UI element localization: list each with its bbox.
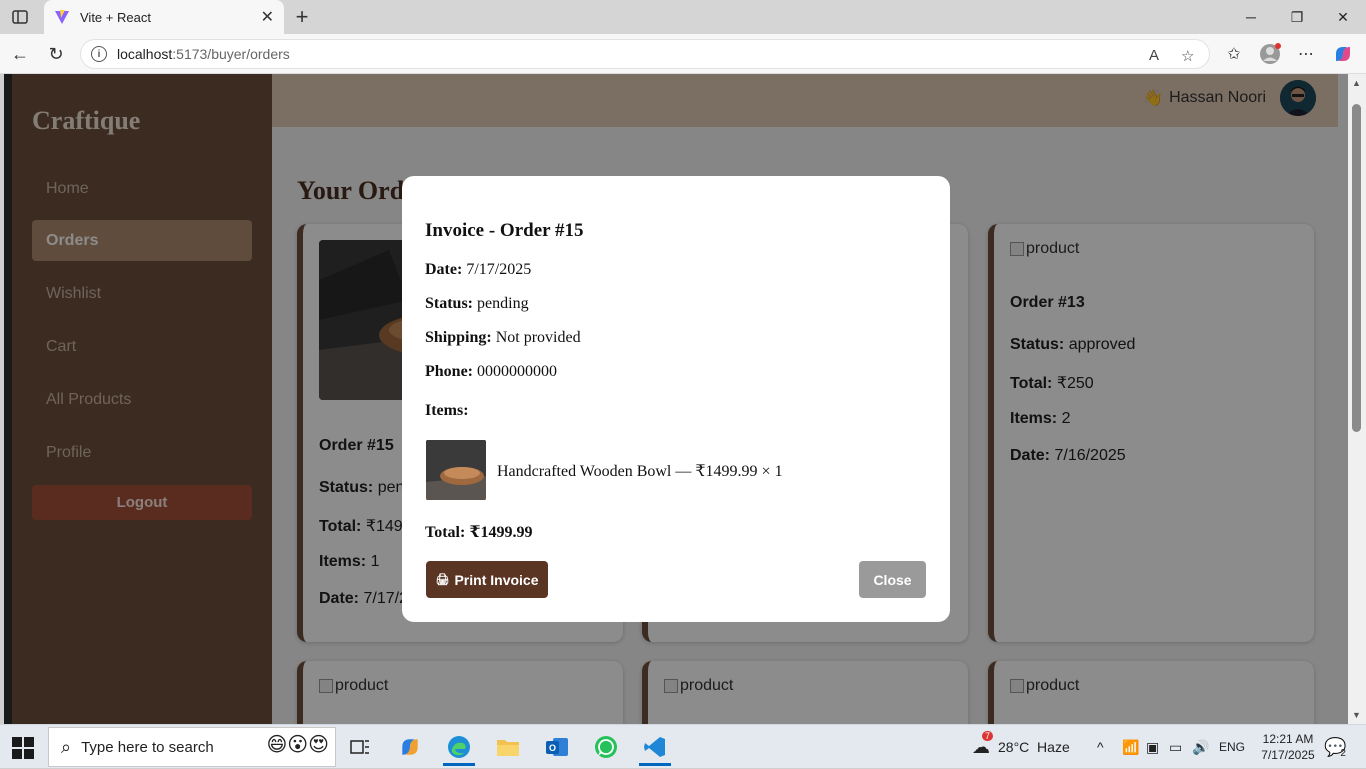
weather-widget[interactable]: ☁ 7 28°C Haze — [972, 725, 1070, 769]
search-placeholder: Type here to search — [81, 738, 214, 756]
restore-button[interactable]: ❐ — [1274, 0, 1320, 34]
wifi-icon[interactable]: 📶 — [1122, 725, 1139, 769]
browser-tab[interactable]: Vite + React ✕ — [44, 0, 284, 34]
close-window-button[interactable]: ✕ — [1320, 0, 1366, 34]
address-toolbar: ← ↻ i localhost:5173/buyer/orders A ☆ ✩ … — [0, 34, 1366, 74]
invoice-status-row: Status: pending — [425, 295, 529, 312]
clock-date: 7/17/2025 — [1261, 748, 1315, 762]
tab-actions-icon[interactable] — [8, 6, 32, 28]
profile-icon[interactable] — [1259, 43, 1281, 65]
line-item-text: Handcrafted Wooden Bowl — ₹1499.99 × 1 — [497, 463, 783, 480]
scroll-down-icon[interactable]: ▼ — [1352, 710, 1361, 720]
show-hidden-icons[interactable]: ^ — [1097, 725, 1104, 769]
svg-text:O: O — [549, 743, 556, 753]
weather-text: 28°C Haze — [998, 739, 1070, 755]
page-scrollbar[interactable]: ▲ ▼ — [1348, 74, 1366, 724]
invoice-modal: Invoice - Order #15 Date: 7/17/2025 Stat… — [402, 176, 950, 622]
scroll-up-icon[interactable]: ▲ — [1352, 78, 1361, 88]
invoice-date-row: Date: 7/17/2025 — [425, 261, 532, 278]
invoice-shipping-row: Shipping: Not provided — [425, 329, 581, 346]
whatsapp-icon[interactable] — [586, 729, 626, 765]
print-invoice-button[interactable]: 🖨 Print Invoice — [426, 561, 548, 598]
invoice-title: Invoice - Order #15 — [425, 220, 584, 241]
windows-taskbar: ⌕ Type here to search 😄😮😍 O ☁ 7 28°C Haze… — [0, 724, 1366, 768]
search-highlight-emoji-icon: 😄😮😍 — [266, 734, 329, 756]
print-invoice-label: Print Invoice — [454, 571, 539, 588]
close-button[interactable]: Close — [859, 561, 926, 598]
file-explorer-icon[interactable] — [488, 729, 528, 765]
vite-logo-icon — [55, 10, 69, 24]
clock[interactable]: 12:21 AM 7/17/2025 — [1255, 731, 1321, 763]
line-item-image — [426, 440, 486, 500]
copilot-icon[interactable] — [1332, 43, 1354, 65]
read-aloud-icon[interactable]: A — [1149, 47, 1159, 64]
url-field[interactable]: i localhost:5173/buyer/orders A ☆ — [80, 39, 1210, 69]
site-info-icon[interactable]: i — [91, 46, 107, 62]
refresh-button[interactable]: ↻ — [44, 42, 68, 66]
close-tab-icon[interactable]: ✕ — [261, 7, 274, 27]
url-path: :5173/buyer/orders — [172, 46, 290, 62]
notifications-icon[interactable]: 💬 2 — [1324, 725, 1346, 769]
minimize-button[interactable]: ─ — [1228, 0, 1274, 34]
invoice-phone-row: Phone: 0000000000 — [425, 363, 557, 380]
meet-now-icon[interactable]: ▣ — [1146, 725, 1159, 769]
favorite-star-icon[interactable]: ☆ — [1181, 47, 1194, 65]
search-icon: ⌕ — [61, 736, 72, 757]
weather-icon: ☁ 7 — [972, 730, 994, 758]
volume-icon[interactable]: 🔊 — [1192, 725, 1209, 769]
language-indicator[interactable]: ENG — [1219, 725, 1245, 769]
windows-start-icon[interactable] — [12, 737, 34, 759]
copilot-app-icon[interactable] — [390, 729, 430, 765]
battery-icon[interactable]: ▭ — [1169, 725, 1182, 769]
taskbar-search-input[interactable]: ⌕ Type here to search 😄😮😍 — [48, 727, 336, 767]
new-tab-button[interactable]: + — [290, 4, 314, 30]
edge-browser-icon[interactable] — [439, 729, 479, 766]
vscode-icon[interactable] — [635, 729, 675, 766]
clock-time: 12:21 AM — [1262, 732, 1314, 746]
back-button[interactable]: ← — [8, 42, 32, 66]
outlook-icon[interactable]: O — [537, 729, 577, 765]
browser-tab-bar: Vite + React ✕ + ─ ❐ ✕ — [0, 0, 1366, 34]
invoice-items-heading: Items: — [425, 402, 469, 419]
url-host: localhost — [117, 46, 173, 62]
scrollbar-thumb[interactable] — [1352, 104, 1361, 432]
printer-icon: 🖨 — [435, 574, 450, 586]
task-view-icon[interactable] — [340, 729, 380, 765]
invoice-total-row: Total: ₹1499.99 — [425, 524, 533, 541]
more-menu-icon[interactable]: ⋯ — [1295, 43, 1317, 65]
favorites-icon[interactable]: ✩ — [1223, 43, 1245, 65]
page-viewport: Craftique Home Orders Wishlist Cart All … — [4, 74, 1348, 724]
tab-title: Vite + React — [80, 9, 151, 25]
